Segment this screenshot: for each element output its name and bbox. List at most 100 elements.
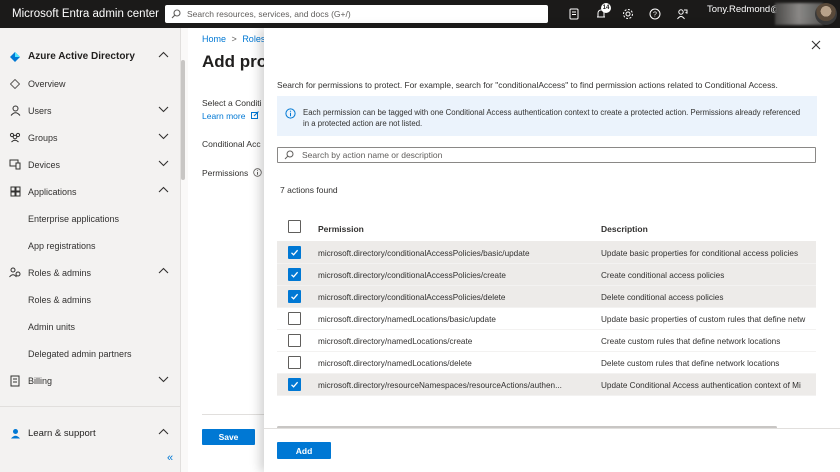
learn-more-label: Learn more — [202, 111, 246, 121]
copilot-icon[interactable] — [560, 0, 587, 28]
feedback-icon[interactable] — [668, 0, 695, 28]
table-header: Permission Description — [277, 218, 816, 242]
chevron-down-icon[interactable] — [158, 104, 169, 114]
search-icon — [284, 150, 294, 160]
sidebar-item-label: Admin units — [28, 321, 76, 332]
row-checkbox[interactable] — [288, 290, 301, 303]
permission-description: Update basic properties of custom rules … — [601, 315, 806, 324]
person-support-icon — [8, 427, 22, 441]
chevron-up-icon[interactable] — [158, 185, 169, 195]
sidebar-item-overview[interactable]: Overview — [0, 70, 181, 97]
sidebar-item-delegated-admin-partners[interactable]: Delegated admin partners — [0, 340, 181, 367]
checkmark-icon — [291, 381, 299, 388]
azure-ad-icon — [8, 50, 22, 64]
sidebar-item-applications[interactable]: Applications — [0, 178, 181, 205]
sidebar-item-label: Devices — [28, 159, 61, 170]
row-checkbox[interactable] — [288, 334, 301, 347]
conditional-access-label: Conditional Acc — [202, 139, 261, 149]
info-icon — [285, 108, 296, 119]
table-row[interactable]: microsoft.directory/conditionalAccessPol… — [277, 264, 816, 286]
avatar[interactable] — [815, 3, 837, 25]
sidebar-item-billing[interactable]: Billing — [0, 367, 181, 394]
info-message-text: Each permission can be tagged with one C… — [303, 108, 801, 128]
sidebar-section-azure-ad[interactable]: Azure Active Directory — [0, 43, 181, 70]
sidebar-item-roles-admins[interactable]: Roles & admins — [0, 259, 181, 286]
gear-icon[interactable] — [614, 0, 641, 28]
roles-icon — [8, 266, 22, 280]
sidebar-item-label: Users — [28, 105, 52, 116]
chevron-down-icon[interactable] — [158, 131, 169, 141]
collapse-sidebar-button[interactable]: « — [167, 452, 173, 464]
notification-badge: 14 — [601, 3, 611, 13]
row-checkbox[interactable] — [288, 312, 301, 325]
sidebar-item-enterprise-applications[interactable]: Enterprise applications — [0, 205, 181, 232]
sidebar-item-devices[interactable]: Devices — [0, 151, 181, 178]
table-row[interactable]: microsoft.directory/namedLocations/delet… — [277, 352, 816, 374]
breadcrumb: Home > Roles — [202, 34, 265, 44]
add-button[interactable]: Add — [277, 442, 331, 459]
groups-icon — [8, 131, 22, 145]
sidebar-item-groups[interactable]: Groups — [0, 124, 181, 151]
learn-more-link[interactable]: Learn more — [202, 111, 259, 121]
chevron-up-icon[interactable] — [158, 427, 169, 437]
account-menu[interactable]: Tony.Redmond@ — [707, 0, 823, 28]
sidebar-item-label: Roles & admins — [28, 267, 92, 278]
info-icon[interactable] — [252, 168, 262, 177]
checkmark-icon — [291, 249, 299, 256]
sidebar-section-label: Azure Active Directory — [28, 51, 135, 62]
sidebar-item-label: Groups — [28, 132, 58, 143]
permission-description: Delete conditional access policies — [601, 293, 724, 302]
permissions-label: Permissions — [202, 168, 262, 178]
select-all-checkbox[interactable] — [288, 220, 301, 233]
global-search-input[interactable]: Search resources, services, and docs (G+… — [165, 5, 548, 23]
panel-footer-divider — [264, 428, 840, 429]
chevron-down-icon[interactable] — [158, 374, 169, 384]
sidebar-scroll-thumb[interactable] — [181, 60, 185, 180]
save-button[interactable]: Save — [202, 429, 255, 445]
permission-description: Create conditional access policies — [601, 271, 725, 280]
sidebar-item-users[interactable]: Users — [0, 97, 181, 124]
row-checkbox[interactable] — [288, 268, 301, 281]
chevron-up-icon[interactable] — [158, 266, 169, 276]
app-title[interactable]: Microsoft Entra admin center — [0, 8, 165, 20]
row-checkbox[interactable] — [288, 378, 301, 391]
table-row[interactable]: microsoft.directory/namedLocations/creat… — [277, 330, 816, 352]
close-icon[interactable] — [809, 38, 823, 52]
global-search-placeholder: Search resources, services, and docs (G+… — [187, 9, 351, 19]
sidebar-item-label: Learn & support — [28, 428, 96, 439]
permission-description: Update Conditional Access authentication… — [601, 381, 801, 390]
row-checkbox[interactable] — [288, 246, 301, 259]
sidebar-item-admin-units[interactable]: Admin units — [0, 313, 181, 340]
top-bar: Microsoft Entra admin center Search reso… — [0, 0, 840, 28]
permission-description: Update basic properties for conditional … — [601, 249, 799, 258]
help-icon[interactable]: ? — [641, 0, 668, 28]
background-divider — [202, 414, 264, 415]
sidebar-item-label: App registrations — [28, 240, 96, 251]
chevron-up-icon — [158, 51, 169, 58]
svg-text:?: ? — [653, 12, 657, 19]
table-row[interactable]: microsoft.directory/conditionalAccessPol… — [277, 242, 816, 264]
column-header-permission[interactable]: Permission — [318, 224, 364, 234]
table-row[interactable]: microsoft.directory/namedLocations/basic… — [277, 308, 816, 330]
table-row[interactable]: microsoft.directory/conditionalAccessPol… — [277, 286, 816, 308]
chevron-down-icon[interactable] — [158, 158, 169, 168]
permission-search-input[interactable]: Search by action name or description — [277, 147, 816, 163]
breadcrumb-roles[interactable]: Roles — [242, 34, 265, 44]
sidebar-item-roles-admins-sub[interactable]: Roles & admins — [0, 286, 181, 313]
breadcrumb-home[interactable]: Home — [202, 34, 226, 44]
sidebar-item-app-registrations[interactable]: App registrations — [0, 232, 181, 259]
sidebar-item-label: Roles & admins — [28, 294, 92, 305]
sidebar: Azure Active Directory Overview Users Gr… — [0, 28, 181, 472]
breadcrumb-separator: > — [231, 34, 237, 44]
sidebar-scrollbar[interactable] — [180, 28, 186, 398]
add-permissions-panel: Search for permissions to protect. For e… — [264, 28, 840, 472]
permission-description: Create custom rules that define network … — [601, 337, 781, 346]
permissions-label-text: Permissions — [202, 168, 249, 178]
sidebar-divider — [0, 406, 180, 407]
sidebar-item-learn-support[interactable]: Learn & support — [0, 420, 181, 447]
column-header-description[interactable]: Description — [601, 224, 648, 234]
table-row[interactable]: microsoft.directory/resourceNamespaces/r… — [277, 374, 816, 396]
permission-name: microsoft.directory/namedLocations/delet… — [318, 359, 472, 368]
bell-icon[interactable]: 14 — [587, 0, 614, 28]
row-checkbox[interactable] — [288, 356, 301, 369]
